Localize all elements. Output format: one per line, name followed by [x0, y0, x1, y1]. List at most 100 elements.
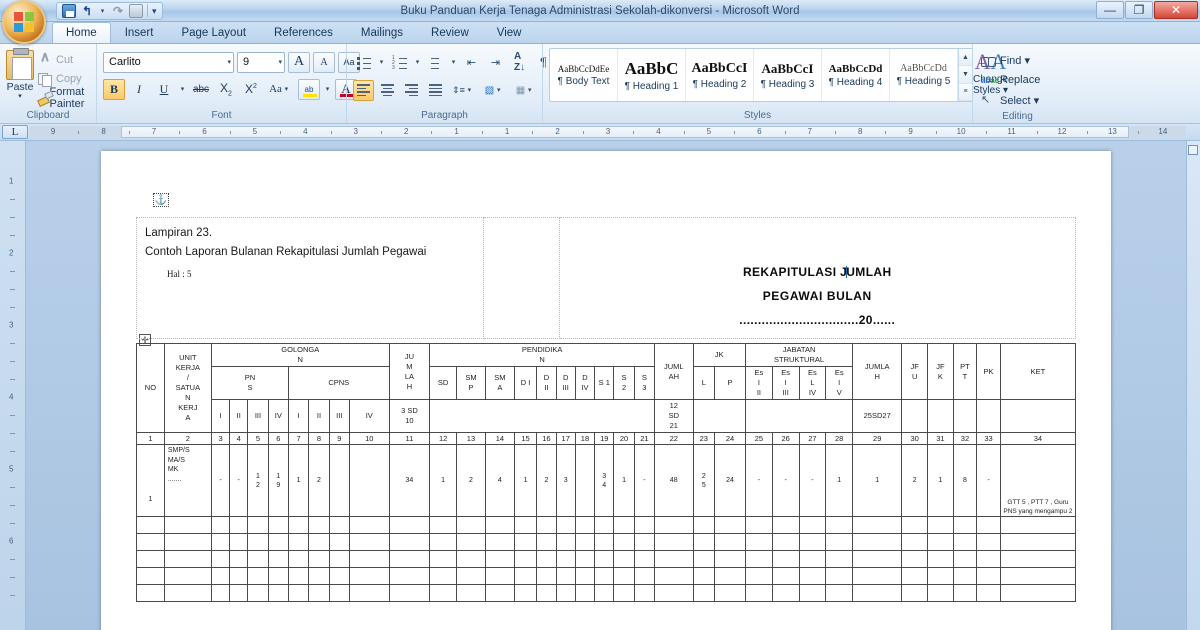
empty-cell[interactable]	[999, 533, 1077, 551]
empty-cell[interactable]	[999, 516, 1077, 534]
empty-cell[interactable]	[328, 567, 350, 585]
empty-cell[interactable]	[348, 584, 390, 602]
empty-cell[interactable]	[555, 550, 576, 568]
empty-cell[interactable]	[713, 550, 747, 568]
empty-cell[interactable]	[210, 550, 231, 568]
empty-cell[interactable]	[328, 550, 350, 568]
table-row[interactable]	[136, 533, 1077, 551]
empty-cell[interactable]	[247, 550, 269, 568]
style-item-heading-2[interactable]: AaBbCcI ¶ Heading 2	[686, 49, 754, 101]
empty-cell[interactable]	[555, 584, 576, 602]
empty-cell[interactable]	[388, 533, 431, 551]
empty-cell[interactable]	[798, 533, 827, 551]
cell-cpns-ii[interactable]: 2	[308, 444, 330, 517]
empty-cell[interactable]	[513, 516, 538, 534]
empty-cell[interactable]	[901, 567, 929, 585]
empty-cell[interactable]	[613, 516, 635, 534]
empty-cell[interactable]	[513, 584, 538, 602]
empty-cell[interactable]	[745, 567, 773, 585]
empty-cell[interactable]	[513, 533, 538, 551]
empty-cell[interactable]	[798, 567, 827, 585]
cell-jfu[interactable]: 2	[901, 444, 929, 517]
cell-es12[interactable]: -	[745, 444, 773, 517]
change-case-dropdown-icon[interactable]: ▾	[282, 85, 291, 93]
empty-cell[interactable]	[456, 550, 486, 568]
empty-cell[interactable]	[771, 516, 800, 534]
empty-cell[interactable]	[163, 584, 212, 602]
empty-cell[interactable]	[594, 533, 615, 551]
empty-cell[interactable]	[825, 584, 854, 602]
empty-cell[interactable]	[999, 550, 1077, 568]
empty-cell[interactable]	[852, 533, 903, 551]
cell-es13[interactable]: -	[771, 444, 800, 517]
empty-cell[interactable]	[429, 516, 458, 534]
highlight-button[interactable]: ab	[298, 78, 320, 100]
change-case-button[interactable]: Aa ▾	[265, 79, 295, 100]
font-size-combo[interactable]: 9 ▾	[237, 51, 285, 73]
empty-cell[interactable]	[633, 584, 656, 602]
cell-jumlah-1[interactable]: 34	[388, 444, 431, 517]
grow-font-button[interactable]: A	[288, 51, 310, 73]
empty-cell[interactable]	[536, 584, 557, 602]
table-row[interactable]	[136, 550, 1077, 568]
empty-cell[interactable]	[267, 533, 289, 551]
empty-cell[interactable]	[574, 567, 596, 585]
empty-cell[interactable]	[287, 584, 310, 602]
empty-cell[interactable]	[163, 533, 212, 551]
empty-cell[interactable]	[633, 550, 656, 568]
empty-cell[interactable]	[513, 567, 538, 585]
header-title-cell[interactable]: REKAPITULASI JUMLAH PEGAWAI BULAN ......…	[558, 217, 1077, 339]
replace-button[interactable]: abac Replace	[979, 71, 1042, 89]
empty-cell[interactable]	[210, 516, 231, 534]
strikethrough-button[interactable]: abc	[190, 79, 212, 100]
empty-cell[interactable]	[976, 550, 1001, 568]
empty-cell[interactable]	[825, 550, 854, 568]
empty-cell[interactable]	[574, 533, 596, 551]
multilevel-list-button[interactable]	[425, 52, 446, 73]
empty-cell[interactable]	[952, 567, 978, 585]
empty-cell[interactable]	[287, 516, 310, 534]
undo-icon[interactable]: ↰	[80, 4, 94, 18]
cell-pns-iii[interactable]: 12	[247, 444, 269, 517]
empty-cell[interactable]	[613, 550, 635, 568]
font-name-combo[interactable]: Carlito ▾	[103, 51, 234, 73]
header-left-cell[interactable]: Lampiran 23. Contoh Laporan Bulanan Reka…	[135, 217, 485, 339]
empty-cell[interactable]	[692, 584, 715, 602]
undo-dropdown-icon[interactable]: ▾	[98, 7, 107, 15]
empty-cell[interactable]	[308, 533, 330, 551]
cell-ket[interactable]: GTT 5 , PTT 7 , Guru PNS yang mengampu 2	[999, 444, 1077, 517]
empty-cell[interactable]	[429, 533, 458, 551]
empty-cell[interactable]	[536, 567, 557, 585]
cell-jumlah-3[interactable]: 1	[852, 444, 903, 517]
cell-d2[interactable]: 2	[536, 444, 557, 517]
shrink-font-button[interactable]: A	[313, 51, 335, 73]
cell-jfk[interactable]: 1	[927, 444, 954, 517]
bullets-button[interactable]	[353, 52, 374, 73]
empty-cell[interactable]	[976, 567, 1001, 585]
empty-cell[interactable]	[927, 533, 954, 551]
empty-cell[interactable]	[633, 516, 656, 534]
empty-cell[interactable]	[287, 567, 310, 585]
empty-cell[interactable]	[798, 584, 827, 602]
increase-indent-button[interactable]: ⇥	[485, 52, 506, 73]
empty-cell[interactable]	[484, 516, 515, 534]
empty-cell[interactable]	[852, 584, 903, 602]
empty-cell[interactable]	[952, 584, 978, 602]
empty-cell[interactable]	[745, 516, 773, 534]
qat-more-icon[interactable]: ▾	[152, 4, 157, 18]
underline-button[interactable]: U	[153, 79, 175, 100]
empty-cell[interactable]	[613, 567, 635, 585]
borders-button[interactable]: ▦ ▾	[511, 80, 539, 101]
shading-dropdown-icon[interactable]: ▾	[494, 86, 503, 94]
tab-review[interactable]: Review	[417, 22, 483, 43]
empty-cell[interactable]	[229, 584, 249, 602]
empty-cell[interactable]	[852, 567, 903, 585]
empty-cell[interactable]	[210, 584, 231, 602]
empty-cell[interactable]	[136, 584, 165, 602]
empty-cell[interactable]	[229, 533, 249, 551]
empty-cell[interactable]	[927, 567, 954, 585]
empty-cell[interactable]	[247, 567, 269, 585]
empty-cell[interactable]	[229, 567, 249, 585]
empty-cell[interactable]	[574, 550, 596, 568]
empty-cell[interactable]	[328, 516, 350, 534]
